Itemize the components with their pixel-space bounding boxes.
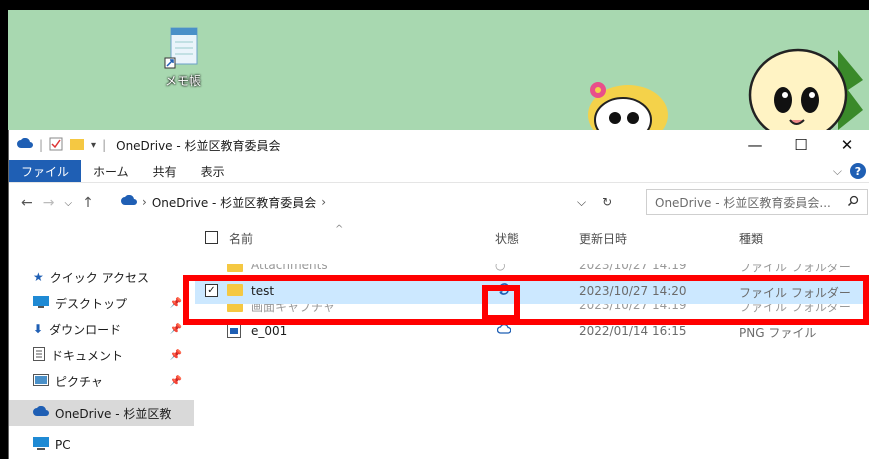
sort-ascending-icon: ^ bbox=[335, 224, 344, 235]
nav-item-label: ピクチャ bbox=[55, 374, 103, 389]
file-name: test bbox=[251, 284, 275, 298]
file-name: e_001 bbox=[251, 324, 288, 338]
onedrive-cloud-icon bbox=[33, 405, 49, 420]
nav-item-label: PC bbox=[55, 438, 71, 452]
file-modified: 2022/01/14 16:15 bbox=[579, 324, 687, 338]
folder-icon bbox=[227, 304, 243, 312]
nav-desktop[interactable]: デスクトップ 📌 bbox=[9, 290, 194, 316]
cloud-only-icon bbox=[496, 323, 512, 337]
navigation-pane: ★ クイック アクセス デスクトップ 📌 ⬇ ダウンロード 📌 ドキュメント 📌 bbox=[9, 222, 194, 459]
search-icon bbox=[847, 195, 859, 210]
recent-locations-icon[interactable]: ⌵ bbox=[64, 198, 72, 209]
file-row-e001[interactable]: e_001 2022/01/14 16:15 PNG ファイル bbox=[195, 318, 869, 344]
desktop-notepad-shortcut[interactable]: メモ帳 bbox=[153, 24, 213, 89]
nav-item-label: クイック アクセス bbox=[49, 270, 149, 285]
file-modified: 2023/10/27 14:20 bbox=[579, 284, 687, 298]
pin-icon[interactable]: 📌 bbox=[170, 324, 182, 335]
tab-share[interactable]: 共有 bbox=[141, 160, 189, 182]
star-icon: ★ bbox=[33, 270, 44, 284]
sync-status-icon: ○ bbox=[495, 264, 506, 272]
help-icon[interactable]: ? bbox=[850, 163, 866, 179]
nav-item-label: ドキュメント bbox=[51, 348, 124, 363]
download-arrow-icon: ⬇ bbox=[33, 322, 44, 336]
onedrive-cloud-icon bbox=[17, 137, 33, 152]
address-cloud-icon bbox=[121, 194, 137, 209]
nav-pictures[interactable]: ピクチャ 📌 bbox=[9, 368, 194, 394]
minimize-button[interactable]: — bbox=[732, 130, 778, 160]
file-type: ファイル フォルダー bbox=[739, 304, 851, 314]
select-all-checkbox[interactable] bbox=[205, 231, 218, 244]
search-box[interactable]: OneDrive - 杉並区教育委員会... bbox=[646, 189, 868, 215]
tab-home[interactable]: ホーム bbox=[81, 160, 141, 182]
back-arrow-icon[interactable]: ← bbox=[21, 195, 33, 211]
window-title: OneDrive - 杉並区教育委員会 bbox=[116, 138, 281, 153]
maximize-button[interactable]: ☐ bbox=[778, 130, 824, 160]
desktop-folder-icon bbox=[33, 295, 49, 311]
title-separator: | bbox=[39, 138, 44, 152]
new-folder-icon[interactable] bbox=[69, 137, 85, 154]
nav-downloads[interactable]: ⬇ ダウンロード 📌 bbox=[9, 316, 194, 342]
row-checkbox[interactable]: ✓ bbox=[205, 284, 218, 297]
tab-file[interactable]: ファイル bbox=[9, 160, 82, 182]
file-row-attachments[interactable]: Attachments ○ 2023/10/27 14:19 ファイル フォルダ… bbox=[195, 264, 869, 278]
nav-item-label: ダウンロード bbox=[49, 322, 122, 337]
title-separator-2: | bbox=[102, 138, 107, 152]
column-headers: ^ 名前 状態 更新日時 種類 bbox=[195, 222, 869, 254]
file-row-screen-capture[interactable]: 画面キャプチャ 2023/10/27 14:19 ファイル フォルダー bbox=[195, 304, 869, 318]
pin-icon[interactable]: 📌 bbox=[170, 350, 182, 361]
image-file-icon bbox=[227, 322, 241, 341]
column-header-name[interactable]: 名前 bbox=[229, 230, 253, 247]
column-header-type[interactable]: 種類 bbox=[739, 230, 763, 247]
file-name: Attachments bbox=[251, 264, 328, 272]
navigation-bar: ← → ⌵ ↑ › OneDrive - 杉並区教育委員会 › ⌵ ↻ OneD… bbox=[9, 183, 869, 223]
file-type: ファイル フォルダー bbox=[739, 286, 851, 300]
nav-item-label: OneDrive - 杉並区教 bbox=[55, 406, 172, 421]
computer-icon bbox=[33, 436, 49, 454]
search-placeholder: OneDrive - 杉並区教育委員会... bbox=[655, 195, 831, 210]
file-modified: 2023/10/27 14:19 bbox=[579, 304, 687, 312]
breadcrumb-onedrive[interactable]: OneDrive - 杉並区教育委員会 bbox=[152, 194, 316, 211]
refresh-icon[interactable]: ↻ bbox=[602, 195, 612, 209]
nav-pc[interactable]: PC bbox=[9, 432, 194, 458]
forward-arrow-icon[interactable]: → bbox=[43, 195, 55, 211]
pictures-icon bbox=[33, 373, 49, 389]
address-bar[interactable]: › OneDrive - 杉並区教育委員会 › bbox=[121, 190, 611, 214]
nav-onedrive[interactable]: OneDrive - 杉並区教 bbox=[9, 400, 194, 426]
file-type: PNG ファイル bbox=[739, 326, 817, 340]
title-bar: | ▾ | OneDrive - 杉並区教育委員会 — ☐ ✕ bbox=[9, 130, 869, 160]
file-type: ファイル フォルダー bbox=[739, 264, 851, 274]
mascot-image-right bbox=[738, 40, 869, 143]
column-header-modified[interactable]: 更新日時 bbox=[579, 230, 627, 247]
file-list: ^ 名前 状態 更新日時 種類 Attachments ○ 2023/10/27… bbox=[195, 222, 869, 459]
desktop-icon-label: メモ帳 bbox=[164, 74, 201, 88]
column-header-status[interactable]: 状態 bbox=[495, 230, 519, 247]
nav-quick-access[interactable]: ★ クイック アクセス bbox=[9, 264, 194, 290]
ribbon-tabs: ファイル ホーム 共有 表示 ⌵ ? bbox=[9, 160, 869, 183]
pin-icon[interactable]: 📌 bbox=[170, 376, 182, 387]
document-icon bbox=[33, 346, 45, 364]
expand-ribbon-icon[interactable]: ⌵ bbox=[833, 164, 842, 179]
breadcrumb-chevron-icon[interactable]: › bbox=[321, 195, 326, 209]
file-explorer-window: | ▾ | OneDrive - 杉並区教育委員会 — ☐ ✕ ファイル ホーム… bbox=[8, 130, 869, 459]
notepad-icon bbox=[163, 24, 203, 70]
quick-properties-icon[interactable] bbox=[49, 137, 63, 154]
file-name: 画面キャプチャ bbox=[251, 304, 335, 314]
folder-icon bbox=[227, 284, 243, 296]
nav-item-label: デスクトップ bbox=[55, 296, 128, 311]
file-modified: 2023/10/27 14:19 bbox=[579, 264, 687, 272]
breadcrumb-chevron-icon[interactable]: › bbox=[142, 195, 147, 209]
tab-view[interactable]: 表示 bbox=[189, 160, 237, 182]
pin-icon[interactable]: 📌 bbox=[170, 298, 182, 309]
up-arrow-icon[interactable]: ↑ bbox=[82, 195, 94, 211]
folder-icon bbox=[227, 264, 243, 272]
syncing-icon bbox=[497, 282, 511, 299]
close-button[interactable]: ✕ bbox=[824, 130, 869, 160]
customize-toolbar-icon[interactable]: ▾ bbox=[91, 140, 96, 151]
nav-documents[interactable]: ドキュメント 📌 bbox=[9, 342, 194, 368]
file-row-test[interactable]: ✓ test 2023/10/27 14:20 ファイル フォルダー bbox=[195, 278, 869, 304]
address-dropdown-icon[interactable]: ⌵ bbox=[577, 195, 586, 210]
